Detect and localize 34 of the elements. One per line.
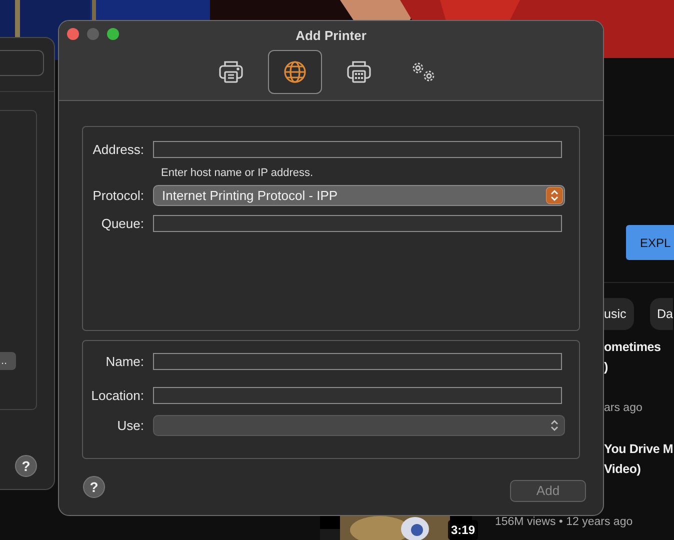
explore-button[interactable]: EXPL	[626, 225, 674, 260]
hint-text: Enter host name or IP address.	[161, 166, 314, 180]
fax-icon	[346, 60, 372, 84]
field-label: Queue:	[100, 215, 145, 233]
duration-label: 3:19	[448, 520, 478, 540]
video-meta: ars ago	[604, 401, 642, 416]
field-label: Name:	[104, 353, 145, 371]
stepper-icon	[546, 187, 563, 204]
field-label: Location:	[90, 386, 145, 404]
options-button[interactable]: ..	[0, 352, 16, 370]
field-label: Use:	[116, 416, 145, 435]
protocol-dropdown[interactable]: Internet Printing Protocol - IPP	[153, 185, 565, 206]
video-title[interactable]: )	[604, 358, 608, 377]
field-label: Address:	[92, 141, 145, 159]
text-field[interactable]	[153, 386, 562, 404]
field-label: Protocol:	[92, 186, 145, 205]
video-title[interactable]: Video)	[604, 460, 641, 479]
toolbar-tab[interactable]	[268, 50, 322, 94]
category-chip[interactable]: Da	[650, 298, 673, 330]
globe-icon	[283, 60, 307, 84]
zoom-button[interactable]	[107, 28, 119, 40]
text-field[interactable]	[153, 215, 562, 232]
printer-icon	[218, 60, 244, 84]
close-button[interactable]	[67, 28, 79, 40]
text-field[interactable]	[153, 353, 562, 370]
help-button[interactable]: ?	[15, 455, 37, 477]
video-title[interactable]: ometimes	[604, 338, 661, 357]
text-field[interactable]	[153, 141, 562, 158]
help-button[interactable]: ?	[83, 476, 105, 498]
category-chip[interactable]: usic	[604, 298, 634, 330]
video-meta: 156M views • 12 years ago	[495, 515, 633, 530]
video-title[interactable]: You Drive M	[604, 440, 674, 459]
window-title: Add Printer	[296, 27, 366, 45]
text-field[interactable]	[0, 50, 44, 76]
